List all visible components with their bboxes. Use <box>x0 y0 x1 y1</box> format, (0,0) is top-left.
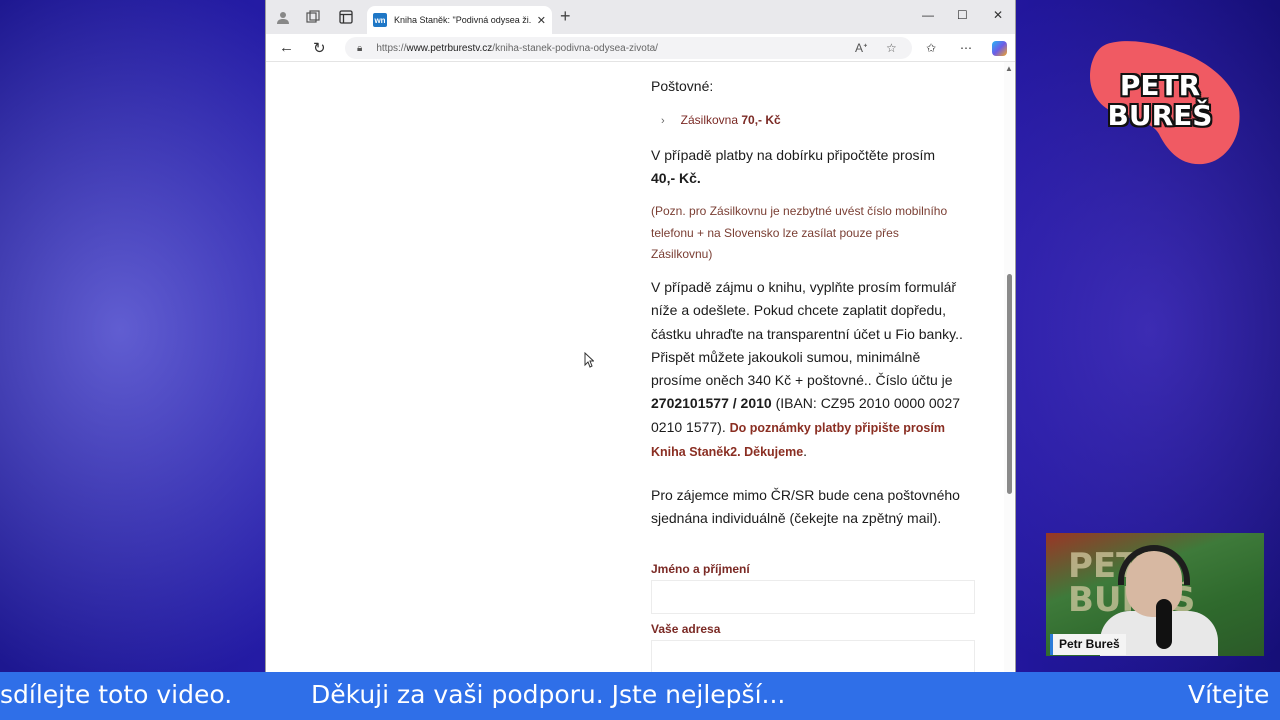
news-ticker: sdílejte toto video. Děkuji za vaši podp… <box>0 672 1280 720</box>
chevron-right-icon: › <box>661 115 665 127</box>
logo-text: PETR BUREŠ <box>1107 69 1213 132</box>
refresh-icon[interactable]: ↻ <box>313 39 326 57</box>
maximize-icon[interactable]: ☐ <box>957 8 968 22</box>
scrollbar[interactable]: ▲ <box>1004 62 1014 672</box>
profile-icon[interactable] <box>274 8 292 26</box>
tab-title: Kniha Staněk: "Podivná odysea ži... <box>394 15 531 25</box>
account-number: 2702101577 / 2010 <box>651 395 772 412</box>
mouse-cursor-icon <box>584 351 595 371</box>
vertical-tabs-icon[interactable] <box>337 8 355 26</box>
ticker-item: Děkuji za vaši podporu. Jste nejlepší... <box>311 680 786 709</box>
address-bar: ← ↻ 🔒︎ https://www.petrburestv.cz/kniha-… <box>266 34 1015 62</box>
workspaces-icon[interactable] <box>304 8 322 26</box>
favorite-icon[interactable]: ☆ <box>886 41 897 55</box>
copilot-icon[interactable] <box>992 41 1007 56</box>
order-instructions: V případě zájmu o knihu, vyplňte prosím … <box>651 279 963 460</box>
name-field-label: Jméno a příjmení <box>651 562 750 576</box>
presenter-name: Petr Bureš <box>1050 634 1126 655</box>
minimize-icon[interactable]: — <box>922 8 934 22</box>
dobirka-text: V případě platby na dobírku připočtěte p… <box>651 147 936 186</box>
web-page: Poštovné: › Zásilkovna 70,- Kč V případě … <box>266 62 1006 672</box>
read-aloud-icon[interactable]: Aᐩ <box>855 41 868 55</box>
payment-note: Do poznámky platby připište prosím <box>729 420 945 435</box>
url-field[interactable]: 🔒︎ https://www.petrburestv.cz/kniha-stan… <box>345 37 912 59</box>
close-icon[interactable]: ✕ <box>537 14 546 27</box>
address-field[interactable] <box>651 640 975 672</box>
site-favicon: wn <box>373 13 387 27</box>
favorites-icon[interactable]: ✩ <box>926 41 936 55</box>
tab-bar: wn Kniha Staněk: "Podivná odysea ži... ✕… <box>266 0 1015 34</box>
new-tab-icon[interactable]: + <box>560 6 571 27</box>
tab-active[interactable]: wn Kniha Staněk: "Podivná odysea ži... ✕ <box>367 6 552 34</box>
address-field-label: Vaše adresa <box>651 622 721 636</box>
scroll-thumb[interactable] <box>1007 274 1012 494</box>
ticker-item: Vítejte <box>1188 680 1270 709</box>
lock-icon[interactable]: 🔒︎ <box>357 43 362 54</box>
list-item-zasilkovna: › Zásilkovna 70,- Kč <box>661 113 781 127</box>
abroad-shipping-text: Pro zájemce mimo ČR/SR bude cena poštovn… <box>651 487 960 526</box>
zasilkovna-note: (Pozn. pro Zásilkovnu je nezbytné uvést … <box>651 204 948 261</box>
window-close-icon[interactable]: ✕ <box>993 8 1003 22</box>
url-text[interactable]: https://www.petrburestv.cz/kniha-stanek-… <box>376 43 658 54</box>
postovne-heading: Poštovné: <box>651 78 714 94</box>
ticker-item: sdílejte toto video. <box>0 680 233 709</box>
browser-window: wn Kniha Staněk: "Podivná odysea ži... ✕… <box>265 0 1016 672</box>
name-field[interactable] <box>651 580 975 614</box>
microphone-icon <box>1156 599 1172 649</box>
more-icon[interactable]: ⋯ <box>960 41 972 55</box>
back-icon[interactable]: ← <box>279 39 294 56</box>
scroll-up-icon[interactable]: ▲ <box>1005 64 1013 73</box>
